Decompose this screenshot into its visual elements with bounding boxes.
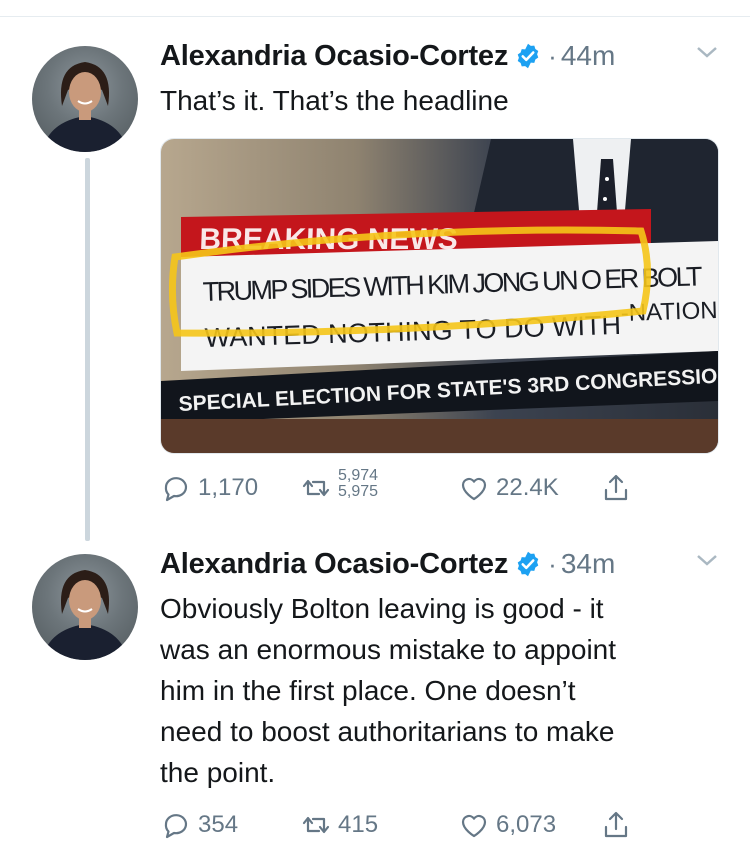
verified-badge-icon: [517, 551, 539, 577]
author-name[interactable]: Alexandria Ocasio-Cortez: [160, 548, 508, 581]
author-name[interactable]: Alexandria Ocasio-Cortez: [160, 40, 508, 73]
retweet-button[interactable]: 5,974 5,975: [300, 468, 378, 508]
tweet-media-image[interactable]: BREAKING NEWS TRUMP SIDES WITH KIM JONG …: [160, 138, 719, 454]
like-button[interactable]: 22.4K: [458, 468, 559, 508]
timestamp[interactable]: 34m: [561, 548, 615, 580]
retweet-count: 415: [338, 811, 379, 838]
share-button[interactable]: [600, 468, 638, 508]
thread-connector: [85, 158, 90, 541]
retweet-count-old: 5,974: [338, 467, 379, 484]
tweet-actions: 354 415 6,073: [160, 805, 680, 845]
top-divider: [0, 16, 750, 17]
reply-icon: [164, 814, 188, 839]
retweet-icon: [302, 479, 330, 497]
verified-badge-icon: [517, 43, 539, 69]
chevron-down-icon[interactable]: [694, 42, 720, 62]
reply-count: 1,170: [198, 474, 259, 501]
avatar[interactable]: [32, 554, 138, 660]
like-icon: [461, 814, 487, 838]
reply-count: 354: [198, 811, 239, 838]
reply-button[interactable]: 1,170: [160, 468, 258, 508]
reply-button[interactable]: 354: [160, 805, 238, 845]
like-button[interactable]: 6,073: [458, 805, 556, 845]
like-count: 6,073: [496, 811, 557, 838]
chevron-down-icon[interactable]: [694, 550, 720, 570]
share-button[interactable]: [600, 805, 638, 845]
tweet-header: Alexandria Ocasio-Cortez · 34m: [160, 544, 720, 584]
tweet-actions: 1,170 5,974 5,975 22.4K: [160, 468, 680, 508]
share-icon: [604, 811, 628, 838]
retweet-icon: [302, 816, 330, 834]
like-count: 22.4K: [496, 474, 559, 501]
timestamp[interactable]: 44m: [561, 40, 615, 72]
tweet-text: That’s it. That’s the headline: [160, 85, 509, 116]
retweet-button[interactable]: 415: [300, 805, 378, 845]
reply-icon: [164, 477, 188, 502]
retweet-count-new: 5,975: [338, 483, 379, 500]
like-icon: [461, 477, 487, 501]
avatar[interactable]: [32, 46, 138, 152]
tweet-text: Obviously Bolton leaving is good - it wa…: [160, 593, 617, 788]
share-icon: [604, 474, 628, 501]
tweet-header: Alexandria Ocasio-Cortez · 44m: [160, 36, 720, 76]
